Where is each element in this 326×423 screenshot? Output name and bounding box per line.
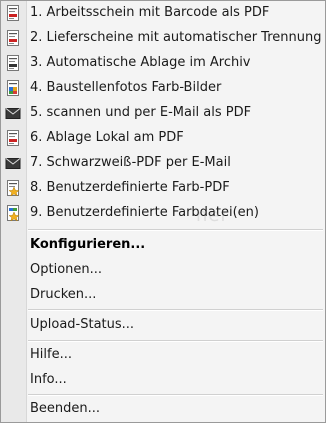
custom-color-file-icon [5, 205, 21, 222]
upload-status-label: Upload-Status... [30, 317, 135, 332]
options-menu-item[interactable]: Optionen... [1, 258, 325, 282]
menu-item-benutzerdefinierte-farb-pdf[interactable]: 8. Benutzerdefinierte Farb-PDF [1, 176, 325, 200]
configure-label: Konfigurieren... [30, 237, 146, 252]
print-menu-item[interactable]: Drucken... [1, 283, 325, 307]
configure-menu-item[interactable]: Konfigurieren... [1, 233, 325, 257]
menu-item-automatische-ablage[interactable]: 3. Automatische Ablage im Archiv [1, 51, 325, 75]
info-label: Info... [30, 372, 67, 387]
menu-item-baustellenfotos[interactable]: 4. Baustellenfotos Farb-Bilder [1, 76, 325, 100]
menu-separator [28, 309, 323, 311]
exit-label: Beenden... [30, 401, 101, 416]
envelope-icon [5, 105, 21, 121]
options-label: Optionen... [30, 262, 103, 277]
pdf-document-icon [5, 130, 21, 146]
menu-separator [28, 394, 323, 396]
menu-item-label: 7. Schwarzweiß-PDF per E-Mail [30, 155, 231, 170]
menu-item-ablage-lokal[interactable]: 6. Ablage Lokal am PDF [1, 126, 325, 150]
info-menu-item[interactable]: Info... [1, 368, 325, 392]
color-photo-icon [5, 80, 21, 96]
help-label: Hilfe... [30, 347, 72, 362]
menu-item-benutzerdefinierte-farbdatei[interactable]: 9. Benutzerdefinierte Farbdatei(en) [1, 201, 325, 225]
menu-separator [28, 229, 323, 231]
menu-item-label: 3. Automatische Ablage im Archiv [30, 55, 251, 70]
menu-item-arbeitsschein[interactable]: 1. Arbeitsschein mit Barcode als PDF [1, 1, 325, 25]
exit-menu-item[interactable]: Beenden... [1, 397, 325, 421]
context-menu: 1. Arbeitsschein mit Barcode als PDF 2. … [0, 0, 326, 423]
menu-item-label: 6. Ablage Lokal am PDF [30, 130, 184, 145]
pdf-document-icon [5, 55, 21, 71]
menu-item-label: 1. Arbeitsschein mit Barcode als PDF [30, 5, 270, 20]
upload-status-menu-item[interactable]: Upload-Status... [1, 313, 325, 337]
menu-item-label: 8. Benutzerdefinierte Farb-PDF [30, 180, 230, 195]
menu-item-lieferscheine[interactable]: 2. Lieferscheine mit automatischer Trenn… [1, 26, 325, 50]
menu-item-label: 4. Baustellenfotos Farb-Bilder [30, 80, 222, 95]
watermark: ner [196, 205, 229, 226]
menu-item-label: 5. scannen und per E-Mail als PDF [30, 105, 252, 120]
menu-item-scannen-email[interactable]: 5. scannen und per E-Mail als PDF [1, 101, 325, 125]
pdf-document-icon [5, 5, 21, 21]
menu-item-label: 2. Lieferscheine mit automatischer Trenn… [30, 30, 322, 45]
help-menu-item[interactable]: Hilfe... [1, 343, 325, 367]
menu-separator [28, 340, 323, 342]
menu-item-schwarzweiss-email[interactable]: 7. Schwarzweiß-PDF per E-Mail [1, 151, 325, 175]
custom-pdf-icon [5, 180, 21, 197]
print-label: Drucken... [30, 287, 97, 302]
envelope-icon [5, 155, 21, 171]
pdf-document-icon [5, 30, 21, 46]
